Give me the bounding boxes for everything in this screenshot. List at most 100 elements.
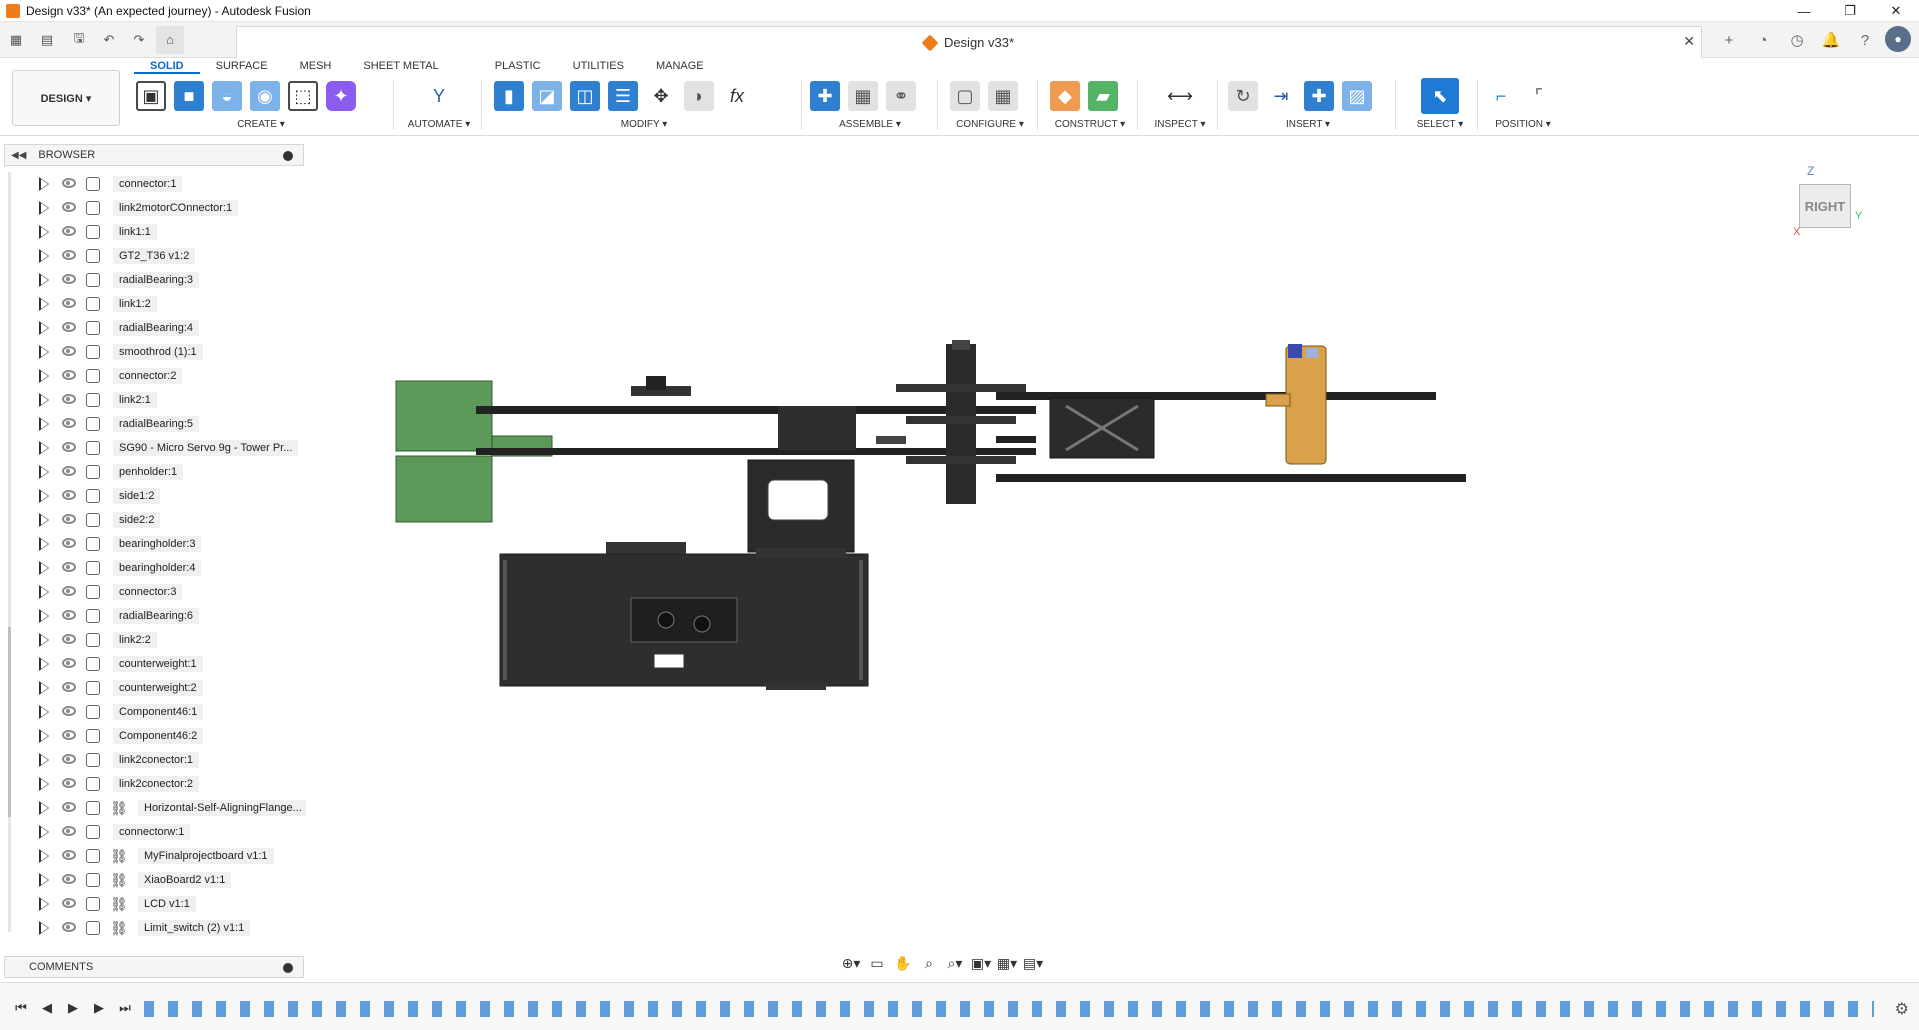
close-window-button[interactable]: ✕ bbox=[1873, 0, 1919, 22]
expand-arrow-icon[interactable] bbox=[39, 849, 49, 863]
browser-item-label[interactable]: connector:1 bbox=[113, 176, 183, 192]
browser-item[interactable]: counterweight:2 bbox=[10, 676, 306, 700]
expand-arrow-icon[interactable] bbox=[39, 225, 49, 239]
expand-arrow-icon[interactable] bbox=[39, 489, 49, 503]
step-forward-icon[interactable]: ▶ bbox=[88, 997, 110, 1019]
select-menu-label[interactable]: SELECT ▾ bbox=[1410, 119, 1470, 130]
expand-arrow-icon[interactable] bbox=[39, 921, 49, 935]
view-cube-face-right[interactable]: RIGHT bbox=[1799, 184, 1851, 228]
expand-arrow-icon[interactable] bbox=[39, 801, 49, 815]
browser-item-label[interactable]: SG90 - Micro Servo 9g - Tower Pr... bbox=[113, 440, 299, 456]
browser-item-label[interactable]: link2conector:1 bbox=[113, 752, 199, 768]
browser-item[interactable]: link1:1 bbox=[10, 220, 306, 244]
user-avatar[interactable]: ● bbox=[1885, 26, 1911, 52]
browser-item[interactable]: Component46:2 bbox=[10, 724, 306, 748]
visibility-eye-icon[interactable] bbox=[62, 898, 76, 908]
browser-item[interactable]: link2motorCOnnector:1 bbox=[10, 196, 306, 220]
browser-item-label[interactable]: counterweight:2 bbox=[113, 680, 203, 696]
browser-item[interactable]: radialBearing:3 bbox=[10, 268, 306, 292]
expand-arrow-icon[interactable] bbox=[39, 753, 49, 767]
timeline-settings-icon[interactable]: ⚙ bbox=[1895, 999, 1909, 1019]
collapse-browser-icon[interactable]: ◀◀ bbox=[11, 150, 26, 161]
browser-item[interactable]: GT2_T36 v1:2 bbox=[10, 244, 306, 268]
browser-item[interactable]: smoothrod (1):1 bbox=[10, 340, 306, 364]
canvas-viewport[interactable]: Z RIGHT Y X bbox=[306, 136, 1919, 978]
browser-item[interactable]: link1:2 bbox=[10, 292, 306, 316]
browser-item-label[interactable]: link2:2 bbox=[113, 632, 157, 648]
press-pull-icon[interactable]: ▮ bbox=[494, 81, 524, 111]
expand-arrow-icon[interactable] bbox=[39, 609, 49, 623]
visibility-eye-icon[interactable] bbox=[62, 274, 76, 284]
visibility-eye-icon[interactable] bbox=[62, 922, 76, 932]
expand-arrow-icon[interactable] bbox=[39, 729, 49, 743]
browser-item[interactable]: ⛓ XiaoBoard2 v1:1 bbox=[10, 868, 306, 892]
hole-icon[interactable]: ◉ bbox=[250, 81, 280, 111]
insert-menu-label[interactable]: INSERT ▾ bbox=[1228, 119, 1388, 130]
browser-item-label[interactable]: link2motorCOnnector:1 bbox=[113, 200, 239, 216]
assemble-menu-label[interactable]: ASSEMBLE ▾ bbox=[810, 119, 930, 130]
select-icon[interactable]: ⬉ bbox=[1421, 78, 1459, 114]
workspace-switcher-button[interactable]: DESIGN ▾ bbox=[12, 70, 120, 126]
visibility-eye-icon[interactable] bbox=[62, 178, 76, 188]
browser-item-label[interactable]: radialBearing:4 bbox=[113, 320, 199, 336]
undo-icon[interactable]: ↶ bbox=[96, 26, 122, 54]
browser-item[interactable]: side2:2 bbox=[10, 508, 306, 532]
browser-item-label[interactable]: side2:2 bbox=[113, 512, 161, 528]
browser-item-label[interactable]: Component46:2 bbox=[113, 728, 204, 744]
tab-utilities[interactable]: UTILITIES bbox=[557, 58, 640, 74]
configure-icon[interactable]: ▢ bbox=[950, 81, 980, 111]
form-icon[interactable]: ✦ bbox=[326, 81, 356, 111]
tab-sheet-metal[interactable]: SHEET METAL bbox=[347, 58, 454, 74]
visibility-eye-icon[interactable] bbox=[62, 874, 76, 884]
browser-item-label[interactable]: LCD v1:1 bbox=[138, 896, 196, 912]
browser-item-label[interactable]: link1:2 bbox=[113, 296, 157, 312]
visibility-eye-icon[interactable] bbox=[62, 346, 76, 356]
model-view[interactable] bbox=[306, 136, 1919, 978]
visibility-eye-icon[interactable] bbox=[62, 250, 76, 260]
visibility-eye-icon[interactable] bbox=[62, 826, 76, 836]
zoom-icon[interactable]: ⌕ bbox=[918, 952, 940, 974]
expand-arrow-icon[interactable] bbox=[39, 633, 49, 647]
browser-item-label[interactable]: GT2_T36 v1:2 bbox=[113, 248, 196, 264]
visibility-eye-icon[interactable] bbox=[62, 754, 76, 764]
redo-icon[interactable]: ↷ bbox=[126, 26, 152, 54]
extrude-icon[interactable]: ■ bbox=[174, 81, 204, 111]
file-menu-icon[interactable]: ▤ bbox=[32, 26, 62, 54]
visibility-eye-icon[interactable] bbox=[62, 226, 76, 236]
expand-arrow-icon[interactable] bbox=[39, 873, 49, 887]
expand-arrow-icon[interactable] bbox=[39, 513, 49, 527]
as-built-joint-icon[interactable]: ⚭ bbox=[886, 81, 916, 111]
go-to-start-icon[interactable]: ⏮ bbox=[10, 997, 32, 1019]
visibility-eye-icon[interactable] bbox=[62, 202, 76, 212]
visibility-eye-icon[interactable] bbox=[62, 562, 76, 572]
expand-arrow-icon[interactable] bbox=[39, 657, 49, 671]
split-body-icon[interactable]: ◗ bbox=[684, 81, 714, 111]
visibility-eye-icon[interactable] bbox=[62, 706, 76, 716]
browser-item-label[interactable]: radialBearing:6 bbox=[113, 608, 199, 624]
browser-item[interactable]: connector:3 bbox=[10, 580, 306, 604]
fillet-icon[interactable]: ◪ bbox=[532, 81, 562, 111]
visibility-eye-icon[interactable] bbox=[62, 298, 76, 308]
expand-arrow-icon[interactable] bbox=[39, 297, 49, 311]
pan-icon[interactable]: ✋ bbox=[892, 952, 914, 974]
insert-mcmaster-icon[interactable]: ✚ bbox=[1304, 81, 1334, 111]
visibility-eye-icon[interactable] bbox=[62, 466, 76, 476]
configure-menu-label[interactable]: CONFIGURE ▾ bbox=[950, 119, 1030, 130]
expand-arrow-icon[interactable] bbox=[39, 201, 49, 215]
look-at-icon[interactable]: ▭ bbox=[866, 952, 888, 974]
move-copy-icon[interactable]: ✥ bbox=[646, 81, 676, 111]
automate-icon[interactable]: Y bbox=[424, 81, 454, 111]
visibility-eye-icon[interactable] bbox=[62, 586, 76, 596]
minimize-button[interactable]: — bbox=[1781, 0, 1827, 22]
browser-item-label[interactable]: XiaoBoard2 v1:1 bbox=[138, 872, 232, 888]
help-icon[interactable]: ? bbox=[1851, 26, 1879, 54]
display-settings-icon[interactable]: ▣▾ bbox=[970, 952, 992, 974]
visibility-eye-icon[interactable] bbox=[62, 538, 76, 548]
browser-item[interactable]: bearingholder:3 bbox=[10, 532, 306, 556]
automate-menu-label[interactable]: AUTOMATE ▾ bbox=[404, 119, 474, 130]
parameters-icon[interactable]: fx bbox=[722, 81, 752, 111]
timeline-features[interactable] bbox=[144, 1001, 1874, 1017]
new-tab-icon[interactable]: + bbox=[1715, 26, 1743, 54]
expand-arrow-icon[interactable] bbox=[39, 417, 49, 431]
browser-item[interactable]: radialBearing:4 bbox=[10, 316, 306, 340]
